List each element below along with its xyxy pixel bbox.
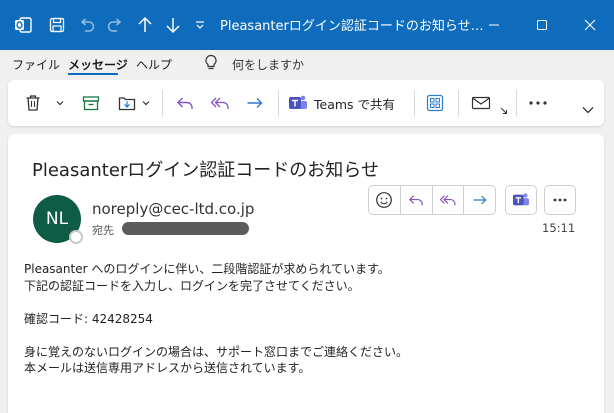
minimize-button[interactable] [470, 0, 518, 50]
close-button[interactable] [566, 0, 614, 50]
customize-quick-access-icon[interactable] [190, 0, 210, 50]
recipient-redacted [122, 222, 249, 235]
message-body: Pleasanter へのログインに伴い、二段階認証が求められています。 下記の… [24, 261, 408, 377]
more-options-icon [553, 198, 567, 202]
maximize-button[interactable] [518, 0, 566, 50]
tell-me-search[interactable]: 何をしますか [232, 56, 304, 73]
save-icon[interactable] [44, 0, 70, 50]
ribbon-separator [414, 90, 415, 116]
menu-help[interactable]: ヘルプ [136, 56, 172, 73]
delete-dropdown-chevron-icon[interactable] [54, 88, 66, 118]
outlook-app-icon [10, 0, 36, 50]
body-line: 身に覚えのないログインの場合は、サポート窓口までご連絡ください。 [24, 344, 409, 359]
menu-bar: ファイル メッセージ ヘルプ 何をしますか [0, 50, 614, 80]
emoji-reaction-icon[interactable] [369, 186, 401, 214]
message-more-options-button[interactable] [544, 185, 576, 215]
previous-item-arrow-up-icon[interactable] [132, 0, 158, 50]
archive-icon[interactable] [80, 88, 102, 118]
quick-forward-icon[interactable] [464, 186, 495, 214]
delete-trash-icon[interactable] [22, 88, 44, 118]
verification-code-line: 確認コード: 42428254 [24, 311, 153, 326]
body-line: 下記の認証コードを入力し、ログインを完了させてください。 [24, 278, 360, 293]
to-label: 宛先 [92, 224, 114, 237]
undo-icon[interactable] [74, 0, 100, 50]
menu-message[interactable]: メッセージ [68, 56, 128, 73]
apps-grid-icon[interactable] [424, 88, 446, 118]
message-actions-group [368, 185, 496, 215]
avatar-initials: NL [45, 209, 69, 229]
received-time: 15:11 [542, 221, 576, 235]
mark-unread-envelope-icon[interactable] [468, 88, 494, 118]
ribbon-separator [458, 90, 459, 116]
active-menu-indicator [68, 73, 118, 75]
quick-teams-share-button[interactable] [505, 185, 537, 215]
body-line-blank [24, 294, 408, 311]
share-to-teams-button[interactable]: Teams で共有 [288, 88, 406, 118]
title-bar: Pleasanterログイン認証コードのお知らせ… [0, 0, 614, 50]
forward-icon[interactable] [244, 88, 266, 118]
presence-status-icon [69, 230, 83, 244]
ribbon-collapse-chevron-icon[interactable] [580, 100, 596, 120]
menu-file[interactable]: ファイル [12, 56, 60, 73]
reply-icon[interactable] [174, 88, 196, 118]
share-to-teams-label: Teams で共有 [314, 96, 396, 112]
body-line: 本メールは送信専用アドレスから送信されています。 [24, 361, 311, 375]
body-line-blank [24, 327, 408, 344]
move-dropdown-chevron-icon[interactable] [140, 88, 152, 118]
quick-reply-all-icon[interactable] [433, 186, 465, 214]
teams-icon [288, 94, 308, 112]
more-options-icon[interactable] [526, 88, 550, 118]
sender-address[interactable]: noreply@cec-ltd.co.jp [92, 200, 254, 218]
ribbon-separator [278, 90, 279, 116]
body-line: Pleasanter へのログインに伴い、二段階認証が求められています。 [24, 262, 390, 276]
redo-icon[interactable] [102, 0, 128, 50]
move-to-folder-icon[interactable] [114, 88, 140, 118]
next-item-arrow-down-icon[interactable] [160, 0, 186, 50]
window-title: Pleasanterログイン認証コードのお知らせ… [220, 19, 484, 34]
ribbon-separator [162, 90, 163, 116]
message-subject: Pleasanterログイン認証コードのお知らせ [32, 160, 379, 181]
dialog-launcher-icon[interactable] [498, 104, 510, 118]
ribbon-separator [516, 90, 517, 116]
teams-icon [512, 192, 530, 208]
ribbon-toolbar: Teams で共有 [8, 80, 604, 126]
lightbulb-icon [204, 54, 218, 74]
reply-all-icon[interactable] [208, 88, 232, 118]
reading-pane: Pleasanterログイン認証コードのお知らせ NL noreply@cec-… [8, 134, 604, 413]
quick-reply-icon[interactable] [401, 186, 433, 214]
